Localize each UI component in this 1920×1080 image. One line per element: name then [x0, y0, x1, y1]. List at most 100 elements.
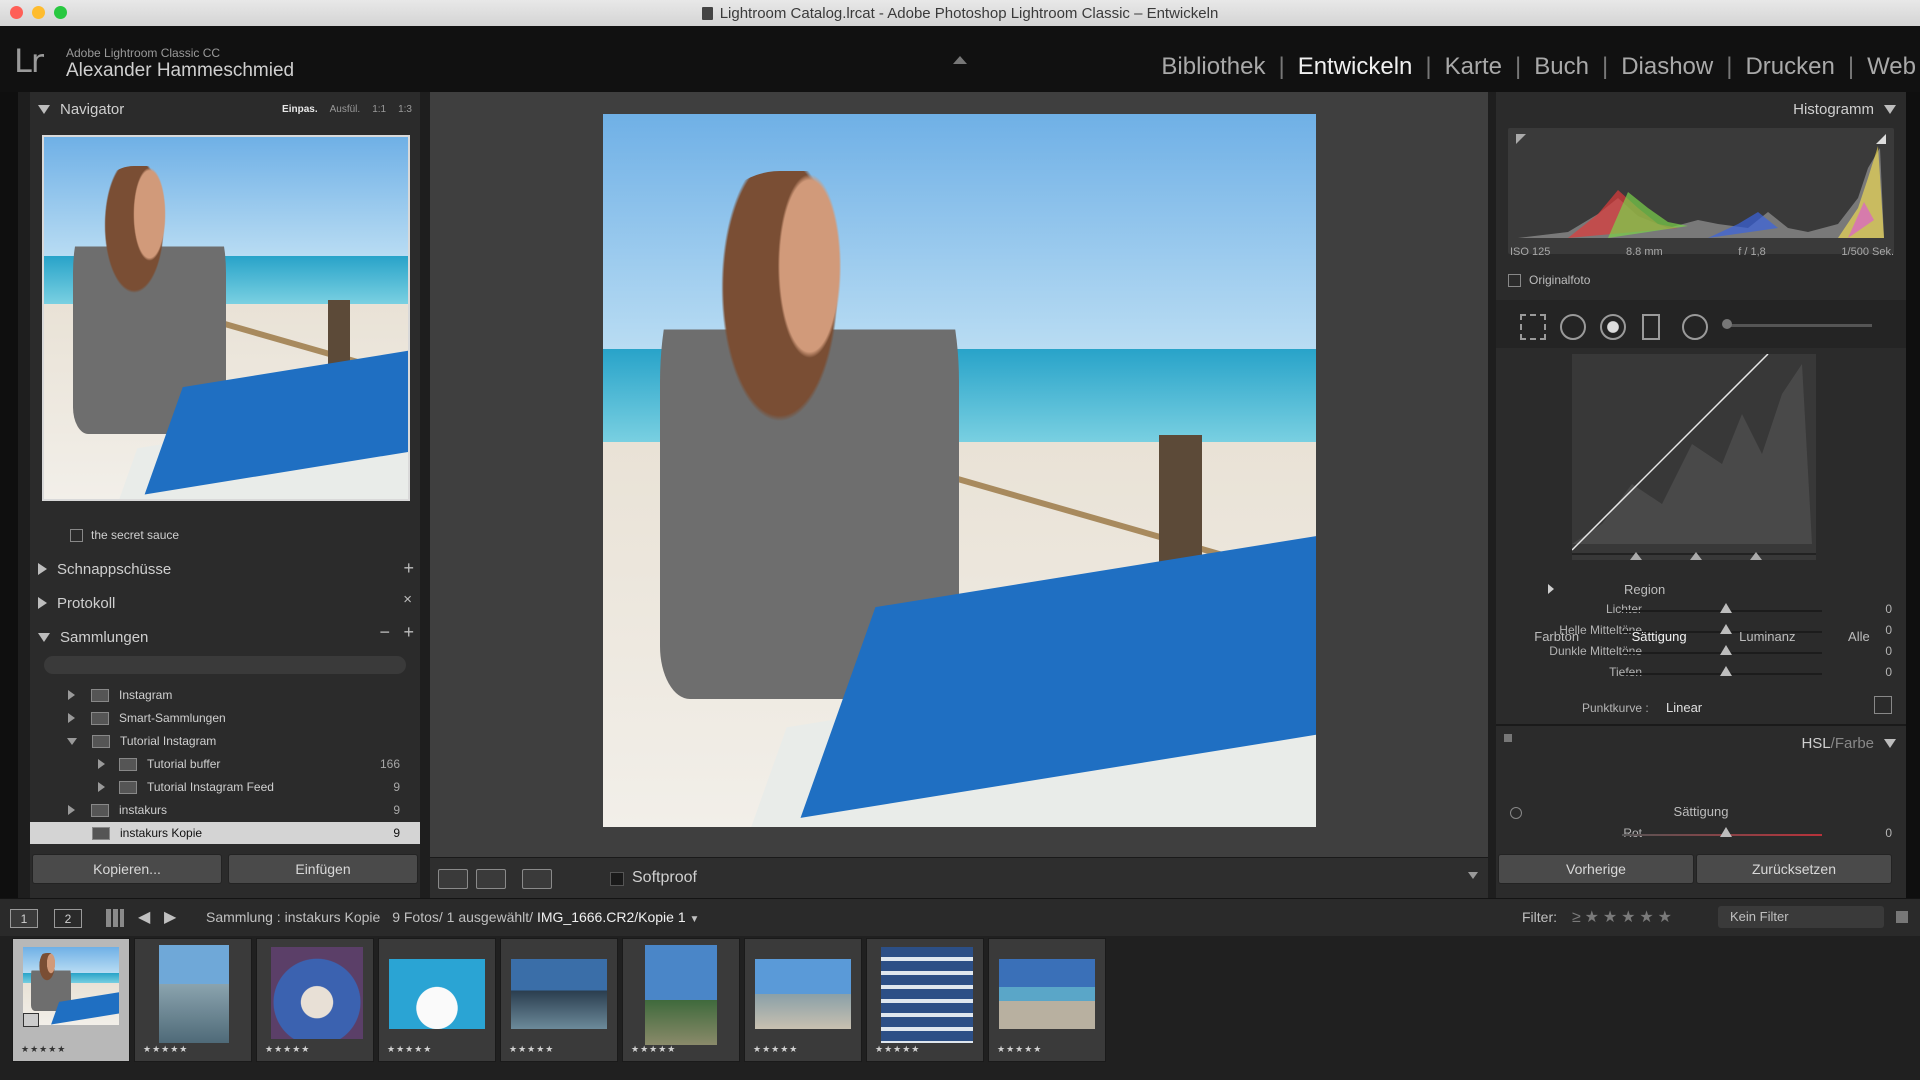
module-print[interactable]: Drucken — [1745, 53, 1834, 81]
collection-item-tutorial-instagram-feed[interactable]: Tutorial Instagram Feed 9 — [30, 776, 420, 798]
slider-shadows[interactable]: Tiefen 0 — [1496, 664, 1906, 682]
filmstrip-thumb[interactable]: ★★★★★ — [378, 938, 496, 1062]
paste-settings-button[interactable]: Einfügen — [228, 854, 418, 884]
brush-slider[interactable] — [1726, 324, 1872, 327]
zoom-1-3[interactable]: 1:3 — [398, 104, 412, 115]
edit-point-curve-icon[interactable] — [1874, 696, 1892, 714]
hsl-header[interactable]: HSL / Farbe — [1801, 728, 1896, 758]
filmstrip-thumb[interactable]: ★★★★★ — [622, 938, 740, 1062]
minimize-window-button[interactable] — [32, 6, 45, 19]
shadow-clipping-icon[interactable] — [1516, 134, 1526, 144]
module-book[interactable]: Buch — [1534, 53, 1589, 81]
main-window-button[interactable]: 1 — [10, 909, 38, 928]
collection-item-smart-collections[interactable]: Smart-Sammlungen — [30, 707, 420, 729]
star-icon[interactable]: ★ — [1639, 909, 1653, 926]
snapshots-header[interactable]: Schnappschüsse — [38, 554, 171, 584]
left-edge[interactable] — [0, 92, 18, 898]
collections-search-input[interactable] — [44, 656, 406, 674]
grid-view-icon[interactable] — [106, 909, 124, 927]
crop-tool-icon[interactable] — [1520, 314, 1546, 340]
graduated-filter-tool-icon[interactable] — [1642, 314, 1660, 340]
collection-checkbox[interactable] — [70, 528, 83, 542]
zoom-fit[interactable]: Einpas. — [282, 104, 318, 115]
collection-item-secret-sauce[interactable]: the secret sauce — [70, 524, 400, 546]
hsl-tab[interactable]: HSL — [1801, 735, 1830, 752]
point-curve-select[interactable]: Linear — [1666, 700, 1702, 715]
slider-knob[interactable] — [1720, 666, 1732, 676]
tab-hue[interactable]: Farbton — [1534, 629, 1579, 644]
zoom-window-button[interactable] — [54, 6, 67, 19]
previous-button[interactable]: Vorherige — [1498, 854, 1694, 884]
secondary-window-button[interactable]: 2 — [54, 909, 82, 928]
tab-saturation[interactable]: Sättigung — [1632, 629, 1687, 644]
tab-luminance[interactable]: Luminanz — [1739, 629, 1795, 644]
filmstrip-thumb[interactable]: ★★★★★ — [134, 938, 252, 1062]
before-after-split-icon[interactable] — [522, 869, 552, 889]
histogram-header[interactable]: Histogramm — [1793, 94, 1896, 124]
filmstrip-thumb[interactable]: ★★★★★ — [744, 938, 862, 1062]
forward-arrow-icon[interactable]: ▶ — [164, 907, 176, 927]
expand-triangle-icon[interactable] — [98, 759, 105, 769]
toolbar-menu-icon[interactable] — [1468, 872, 1478, 879]
filmstrip-thumb[interactable]: ★★★★★ — [256, 938, 374, 1062]
collection-item-tutorial-buffer[interactable]: Tutorial buffer 166 — [30, 753, 420, 775]
collection-item-instakurs[interactable]: instakurs 9 — [30, 799, 420, 821]
tone-curve-graph[interactable] — [1571, 353, 1816, 560]
expand-triangle-icon[interactable] — [68, 713, 75, 723]
clear-history-icon[interactable]: × — [403, 591, 412, 608]
module-slideshow[interactable]: Diashow — [1621, 53, 1713, 81]
filter-preset-select[interactable]: Kein Filter — [1718, 906, 1884, 928]
before-after-view-icon[interactable] — [476, 869, 506, 889]
expand-triangle-icon[interactable] — [68, 690, 75, 700]
module-map[interactable]: Karte — [1445, 53, 1502, 81]
spot-removal-tool-icon[interactable] — [1560, 314, 1586, 340]
reset-button[interactable]: Zurücksetzen — [1696, 854, 1892, 884]
expand-triangle-icon[interactable] — [68, 805, 75, 815]
slider-knob[interactable] — [1720, 827, 1732, 837]
star-icon[interactable]: ★ — [1658, 909, 1672, 926]
filter-lock-icon[interactable] — [1896, 911, 1908, 923]
loupe-view-icon[interactable] — [438, 869, 468, 889]
collection-item-instagram[interactable]: Instagram — [30, 684, 420, 706]
history-header[interactable]: Protokoll — [38, 588, 115, 618]
add-collection-icon[interactable]: + — [403, 622, 414, 643]
source-dropdown-icon[interactable]: ▼ — [690, 914, 700, 925]
original-photo-checkbox[interactable] — [1508, 273, 1521, 287]
slider-knob[interactable] — [1720, 603, 1732, 613]
tab-all[interactable]: Alle — [1848, 629, 1870, 644]
filmstrip-thumb[interactable]: ★★★★★ — [866, 938, 984, 1062]
collection-item-instakurs-kopie[interactable]: instakurs Kopie 9 — [30, 822, 420, 844]
panel-toggle-icon[interactable] — [1504, 734, 1512, 742]
expand-triangle-icon[interactable] — [98, 782, 105, 792]
right-edge[interactable] — [1906, 92, 1920, 898]
filmstrip-thumb[interactable]: ★★★★★ — [12, 938, 130, 1062]
module-develop[interactable]: Entwickeln — [1298, 53, 1413, 81]
rating-operator-icon[interactable]: ≥ — [1572, 909, 1581, 926]
star-icon[interactable]: ★ — [1585, 909, 1599, 926]
color-tab[interactable]: Farbe — [1835, 735, 1874, 752]
highlight-clipping-icon[interactable] — [1876, 134, 1886, 144]
zoom-fill[interactable]: Ausfül. — [330, 104, 361, 115]
collections-header[interactable]: Sammlungen — [38, 622, 148, 652]
back-arrow-icon[interactable]: ◀ — [138, 907, 150, 927]
filmstrip-thumb[interactable]: ★★★★★ — [988, 938, 1106, 1062]
slider-highlights[interactable]: Lichter 0 — [1496, 601, 1906, 619]
module-library[interactable]: Bibliothek — [1161, 53, 1265, 81]
collapse-triangle-icon[interactable] — [67, 737, 77, 745]
star-icon[interactable]: ★ — [1603, 909, 1617, 926]
original-photo-toggle[interactable]: Originalfoto — [1508, 273, 1590, 287]
slider-red-saturation[interactable]: Rot 0 — [1496, 825, 1906, 843]
hide-top-panel-arrow[interactable] — [953, 56, 967, 64]
source-info[interactable]: Sammlung : instakurs Kopie 9 Fotos/ 1 au… — [206, 909, 699, 925]
softproof-checkbox[interactable] — [610, 872, 624, 886]
histogram[interactable] — [1508, 128, 1894, 254]
brush-slider-knob[interactable] — [1722, 319, 1732, 329]
radial-filter-tool-icon[interactable] — [1682, 314, 1708, 340]
close-window-button[interactable] — [10, 6, 23, 19]
rating-filter[interactable]: ≥ ★ ★ ★ ★ ★ — [1572, 907, 1672, 927]
star-icon[interactable]: ★ — [1621, 909, 1635, 926]
remove-collection-icon[interactable]: − — [379, 622, 390, 643]
red-eye-tool-icon[interactable] — [1600, 314, 1626, 340]
main-photo[interactable] — [603, 114, 1316, 827]
copy-settings-button[interactable]: Kopieren... — [32, 854, 222, 884]
